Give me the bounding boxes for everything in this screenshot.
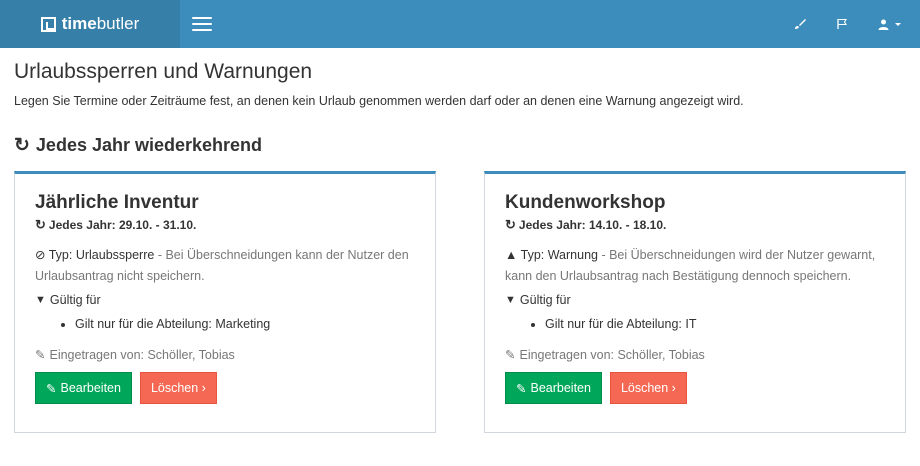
valid-for-label: Gültig für <box>519 293 571 307</box>
card-inventur: Jährliche Inventur ↻ Jedes Jahr: 29.10. … <box>14 171 436 433</box>
brand-name-bold: time <box>61 14 97 33</box>
warning-icon: ▲ <box>505 248 518 262</box>
edit-icon: ✎ <box>35 348 46 362</box>
delete-button-label: Löschen › <box>620 381 676 395</box>
creator: ✎ Eingetragen von: Schöller, Tobias <box>505 347 885 363</box>
brand-name-light: butler <box>96 14 140 33</box>
refresh-icon: ↻ <box>35 217 46 232</box>
creator: ✎ Eingetragen von: Schöller, Tobias <box>35 347 415 363</box>
pencil-icon: ✎ <box>46 381 57 396</box>
card-kundenworkshop: Kundenworkshop ↻ Jedes Jahr: 14.10. - 18… <box>484 171 906 433</box>
filter-icon: ▼ <box>505 294 516 306</box>
scope-item: Gilt nur für die Abteilung: IT <box>545 317 885 331</box>
section-title: ↻ Jedes Jahr wiederkehrend <box>14 134 906 157</box>
valid-for: ▼ Gültig für <box>505 293 885 307</box>
scope-item: Gilt nur für die Abteilung: Marketing <box>75 317 415 331</box>
edit-button-label: Bearbeiten <box>60 381 121 395</box>
recurrence-text: Jedes Jahr: 14.10. - 18.10. <box>518 218 667 232</box>
type-info: ▲ Typ: Warnung - Bei Überschneidungen wi… <box>505 245 885 287</box>
logo-icon <box>40 16 56 32</box>
flag-icon[interactable] <box>836 18 848 30</box>
refresh-icon: ↻ <box>505 217 516 232</box>
page-title: Urlaubssperren und Warnungen <box>14 60 313 83</box>
edit-button[interactable]: ✎ Bearbeiten <box>35 372 132 404</box>
delete-button-label: Löschen › <box>150 381 206 395</box>
delete-button[interactable]: Löschen › <box>609 372 687 404</box>
card-title: Kundenworkshop <box>505 192 666 213</box>
delete-button[interactable]: Löschen › <box>139 372 217 404</box>
scope-list: Gilt nur für die Abteilung: IT <box>545 317 885 331</box>
recurrence-text: Jedes Jahr: 29.10. - 31.10. <box>48 218 197 232</box>
type-label: Typ: Warnung <box>520 248 598 262</box>
recurrence: ↻ Jedes Jahr: 14.10. - 18.10. <box>505 217 885 233</box>
user-icon <box>878 19 889 30</box>
top-navbar: time butler <box>0 0 920 48</box>
pencil-icon: ✎ <box>516 381 527 396</box>
section-title-text: Jedes Jahr wiederkehrend <box>35 135 263 155</box>
blocking-cards: Jährliche Inventur ↻ Jedes Jahr: 29.10. … <box>14 171 906 433</box>
card-title: Jährliche Inventur <box>35 192 199 213</box>
valid-for-label: Gültig für <box>49 293 101 307</box>
recurrence: ↻ Jedes Jahr: 29.10. - 31.10. <box>35 217 415 233</box>
type-info: ⊘ Typ: Urlaubssperre - Bei Überschneidun… <box>35 245 415 287</box>
caret-down-icon <box>895 23 901 26</box>
scope-list: Gilt nur für die Abteilung: Marketing <box>75 317 415 331</box>
ban-icon: ⊘ <box>35 248 46 262</box>
page-description: Legen Sie Termine oder Zeiträume fest, a… <box>14 94 744 108</box>
type-label: Typ: Urlaubssperre <box>48 248 155 262</box>
edit-button-label: Bearbeiten <box>530 381 591 395</box>
main-content: Urlaubssperren und Warnungen Legen Sie T… <box>0 48 920 433</box>
creator-text: Eingetragen von: Schöller, Tobias <box>519 347 705 362</box>
user-menu[interactable] <box>878 19 902 30</box>
filter-icon: ▼ <box>35 294 46 306</box>
refresh-icon: ↻ <box>14 135 30 156</box>
edit-icon: ✎ <box>505 348 516 362</box>
menu-toggle-icon[interactable] <box>192 17 212 31</box>
brand-logo[interactable]: time butler <box>0 0 180 48</box>
brush-icon[interactable] <box>794 18 806 30</box>
creator-text: Eingetragen von: Schöller, Tobias <box>49 347 235 362</box>
edit-button[interactable]: ✎ Bearbeiten <box>505 372 602 404</box>
valid-for: ▼ Gültig für <box>35 293 415 307</box>
